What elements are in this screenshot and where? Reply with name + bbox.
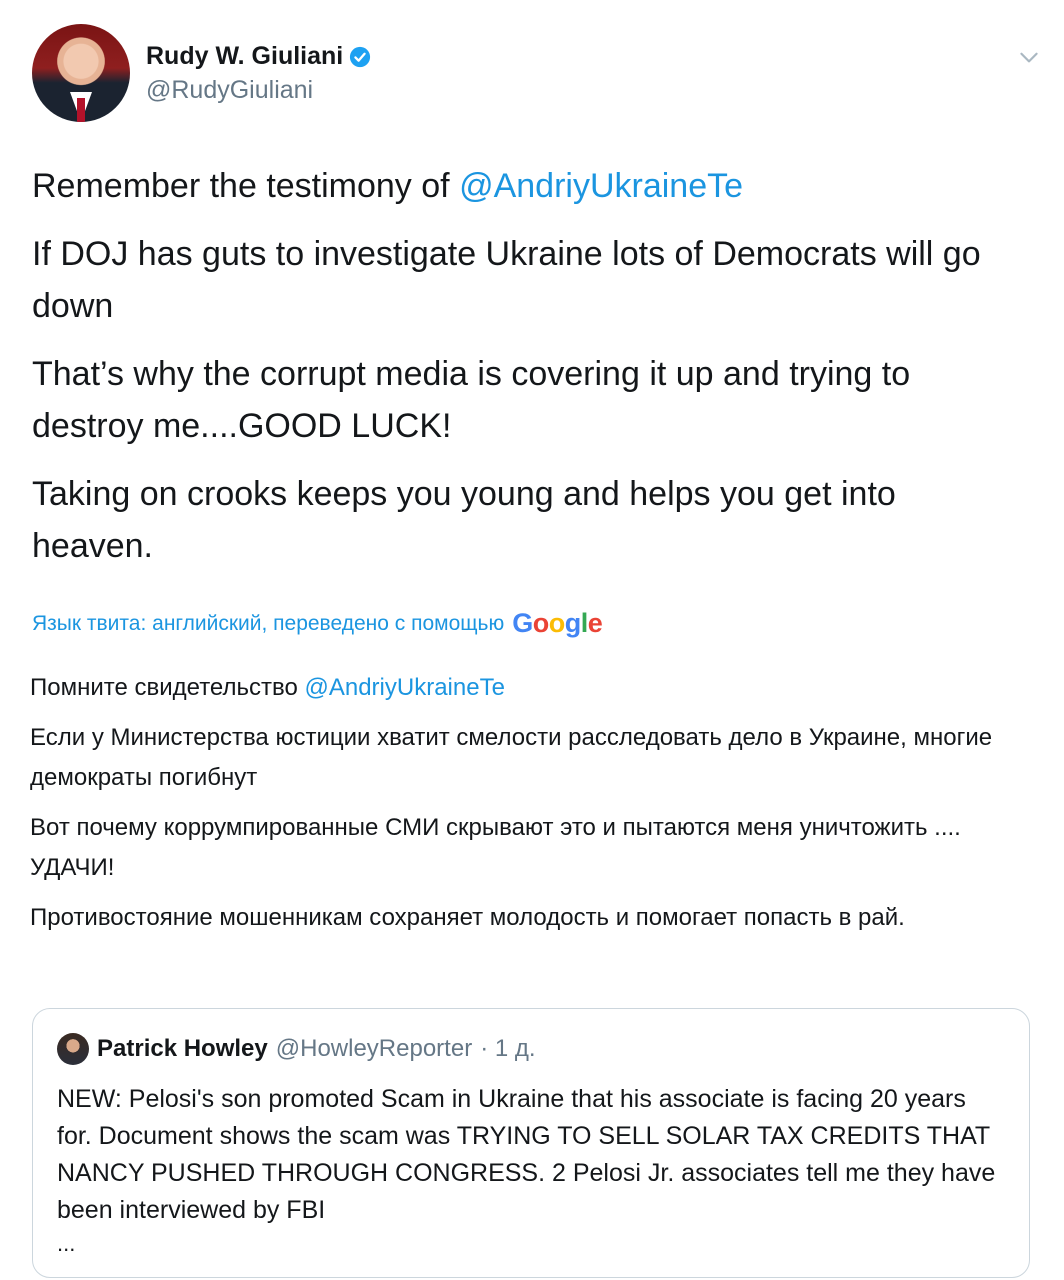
avatar[interactable] xyxy=(32,24,130,122)
tweet-paragraph-2: If DOJ has guts to investigate Ukraine l… xyxy=(32,235,981,325)
quoted-timestamp[interactable]: · 1 д. xyxy=(480,1035,535,1063)
tweet-paragraph-1-text: Remember the testimony of xyxy=(32,167,460,205)
translation-paragraph-3: Вот почему коррумпированные СМИ скрывают… xyxy=(30,814,961,881)
mention-link[interactable]: @AndriyUkraineTe xyxy=(459,167,743,205)
translation-paragraph-2: Если у Министерства юстиции хватит смело… xyxy=(30,724,993,791)
chevron-down-icon[interactable] xyxy=(1016,44,1042,70)
translation-mention-link[interactable]: @AndriyUkraineTe xyxy=(304,674,504,701)
translation-label: Язык твита: английский, переведено с пом… xyxy=(32,611,505,635)
google-logo: Google xyxy=(512,608,603,638)
translated-text: Помните свидетельство @AndriyUkraineTe Е… xyxy=(30,668,1020,948)
verified-badge-icon xyxy=(350,46,371,67)
quoted-handle[interactable]: @HowleyReporter xyxy=(276,1035,472,1063)
tweet-paragraph-1: Remember the testimony of @AndriyUkraine… xyxy=(32,160,1022,212)
translation-paragraph-1-text: Помните свидетельство xyxy=(30,674,305,701)
quoted-display-name[interactable]: Patrick Howley xyxy=(97,1035,268,1063)
avatar-tie xyxy=(77,98,85,122)
translation-paragraph-1: Помните свидетельство @AndriyUkraineTe xyxy=(30,668,1020,708)
author-name-row[interactable]: Rudy W. Giuliani xyxy=(146,42,371,71)
translation-paragraph-4: Противостояние мошенникам сохраняет моло… xyxy=(30,904,905,931)
quoted-more-indicator: ... xyxy=(57,1231,76,1256)
quoted-avatar[interactable] xyxy=(57,1033,89,1065)
tweet-header: Rudy W. Giuliani @RudyGiuliani xyxy=(32,24,1042,124)
author-display-name[interactable]: Rudy W. Giuliani xyxy=(146,42,343,71)
translation-attribution[interactable]: Язык твита: английский, переведено с пом… xyxy=(32,608,603,639)
quoted-tweet-text: NEW: Pelosi's son promoted Scam in Ukrai… xyxy=(57,1085,996,1224)
quoted-tweet-card[interactable]: Patrick Howley @HowleyReporter · 1 д. NE… xyxy=(32,1008,1030,1278)
tweet-paragraph-3: That’s why the corrupt media is covering… xyxy=(32,355,911,445)
quoted-tweet-header: Patrick Howley @HowleyReporter · 1 д. xyxy=(57,1033,536,1065)
tweet-paragraph-4: Taking on crooks keeps you young and hel… xyxy=(32,475,896,565)
author-handle[interactable]: @RudyGiuliani xyxy=(146,76,313,105)
tweet-body: Remember the testimony of @AndriyUkraine… xyxy=(32,160,1022,588)
